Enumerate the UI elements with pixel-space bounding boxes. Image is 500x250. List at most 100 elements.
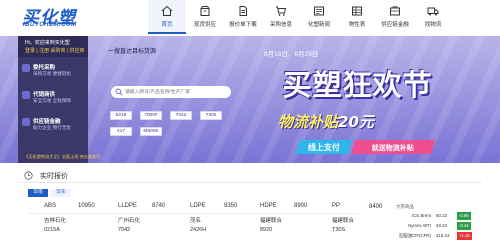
table-icon	[352, 6, 362, 16]
finance-icon	[390, 6, 400, 16]
document-icon	[239, 6, 247, 16]
finance-icon	[22, 118, 30, 126]
logistics-subsidy-label: 就送物流补贴	[371, 145, 414, 152]
login-register-links[interactable]: 登录 | 注册 采购商 | 供应商	[25, 47, 85, 54]
purchase-icon	[22, 64, 30, 72]
commodity-price: 48.23	[436, 223, 447, 228]
online-payment-label: 线上支付	[307, 143, 340, 152]
promo-amount: 20元	[338, 113, 374, 131]
nav-item-spot-supply[interactable]: 现货供应	[186, 0, 224, 34]
side-menu-item-subtitle: 安全交易 全程保障	[33, 98, 72, 103]
side-menu-promo-link[interactable]: 《买化塑物流大全》全面上线 快去看看吧	[24, 154, 101, 160]
commodity-name: 石脑油CIF(CFR)	[398, 233, 431, 238]
search-panel: 一搜直达目标货源 5218 7000F 7042 T30s 417 M800E	[108, 46, 238, 148]
commodity-change: -0.44	[457, 222, 471, 230]
commodity-change: -0.66	[457, 212, 471, 220]
product-grade: 0215A	[44, 227, 60, 233]
cart-icon	[276, 6, 287, 16]
product-name[interactable]: LLDPE	[118, 203, 137, 209]
product-grade: 8920	[260, 227, 273, 233]
producer-name[interactable]: 广州石化	[118, 217, 140, 225]
nav-item-quote-download[interactable]: 报价单下载	[224, 0, 262, 34]
online-payment-button[interactable]: 线上支付	[296, 140, 352, 154]
commodity-price: 415.23	[436, 233, 450, 238]
logo-domain: IBUYCHEM.COM	[23, 22, 77, 28]
side-menu-item-subtitle: 采购交易 便捷轻松	[33, 71, 72, 76]
promo-date: 8月18日、8月25日	[264, 51, 319, 58]
top-header: 买化塑 IBUYCHEM.COM 首页 现货供应 报价单下载 采购信息 化塑新闻…	[0, 0, 500, 34]
side-menu-item-subtitle: 助力企业 畅行无忧	[33, 125, 72, 130]
search-icon[interactable]	[115, 88, 123, 96]
search-title: 一搜直达目标货源	[108, 49, 157, 55]
side-menu-item-consignment[interactable]: 代销商供 安全交易 全程保障	[18, 86, 88, 109]
search-input[interactable]	[125, 88, 225, 96]
product-price: 9350	[224, 203, 238, 209]
commodity-change: +1.15	[457, 232, 472, 240]
producer-name[interactable]: 福建联合	[332, 217, 354, 225]
nav-item-home[interactable]: 首页	[148, 0, 186, 34]
main-nav: 首页 现货供应 报价单下载 采购信息 化塑新闻 物性表 供应链金融 找物流	[148, 0, 452, 34]
clock-icon	[24, 171, 33, 180]
ticker-row[interactable]: Nymex WTI 48.23 -0.44	[366, 222, 486, 231]
nav-item-label: 报价单下载	[229, 22, 257, 28]
side-menu-item-title: 代销商供	[33, 92, 56, 98]
product-name[interactable]: PP	[332, 203, 340, 209]
promo-title: 买塑狂欢节	[282, 68, 433, 102]
nav-item-label: 采购信息	[269, 22, 292, 28]
producer-name[interactable]: 福建联合	[260, 217, 282, 225]
promo-ad[interactable]: 8月18日、8月25日 买塑狂欢节 物流补贴20元 线上支付 就送物流补贴	[250, 36, 465, 163]
product-price: 8900	[294, 203, 308, 209]
hot-tag[interactable]: 417	[110, 127, 132, 136]
nav-item-label: 首页	[161, 22, 173, 28]
side-menu: Hi，欢迎来到买化塑 登录 | 注册 采购商 | 供应商 委托采购 采购交易 便…	[18, 36, 101, 163]
greeting-text: Hi，欢迎来到买化塑	[25, 40, 70, 46]
side-menu-item-finance[interactable]: 供应链金融 助力企业 畅行无忧	[18, 113, 88, 136]
news-icon	[314, 6, 324, 16]
login-panel: Hi，欢迎来到买化塑 登录 | 注册 采购商 | 供应商	[18, 36, 88, 57]
hot-tag[interactable]: 7000F	[140, 111, 162, 120]
home-icon	[161, 5, 173, 16]
producer-name[interactable]: 吉林石化	[44, 217, 66, 225]
product-name[interactable]: LDPE	[190, 203, 206, 209]
hot-tag[interactable]: M800E	[140, 127, 162, 136]
price-row: 吉林石化 0215A 广州石化 7042 茂名 2426H 福建联合 8920 …	[28, 217, 358, 247]
consignment-icon	[22, 91, 30, 99]
tab-east-china[interactable]: 华东	[51, 189, 71, 197]
logistics-subsidy-button[interactable]: 就送物流补贴	[351, 140, 435, 154]
hot-tag[interactable]: 7042	[170, 111, 192, 120]
nav-item-label: 现货供应	[193, 22, 216, 28]
product-grade: 7042	[118, 227, 131, 233]
side-menu-item-commission-purchase[interactable]: 委托采购 采购交易 便捷轻松	[18, 59, 88, 82]
ticker-row[interactable]: ICE Brent 50.22 -0.66	[366, 212, 486, 221]
section-title: 实时报价	[40, 173, 68, 180]
promo-subtitle-text: 物流补贴	[278, 113, 339, 131]
product-grade: 2426H	[190, 227, 207, 233]
section-header: 实时报价	[18, 169, 482, 183]
nav-item-logistics[interactable]: 找物流	[414, 0, 452, 34]
nav-item-supply-chain-finance[interactable]: 供应链金融	[376, 0, 414, 34]
commodity-name: ICE Brent	[411, 213, 431, 218]
side-menu-item-title: 供应链金融	[33, 119, 61, 125]
tab-south-china[interactable]: 华南	[28, 189, 48, 197]
hot-tag[interactable]: 5218	[110, 111, 132, 120]
nav-item-news[interactable]: 化塑新闻	[300, 0, 338, 34]
price-row: ABS 10950 LLDPE 8740 LDPE 9350 HDPE 8900…	[28, 200, 358, 214]
promo-subtitle: 物流补贴20元	[278, 111, 374, 132]
producer-name[interactable]: 茂名	[190, 217, 201, 225]
commodity-ticker: 大宗商品 ICE Brent 50.22 -0.66 Nymex WTI 48.…	[366, 204, 486, 250]
search-box[interactable]	[111, 86, 231, 98]
site-logo[interactable]: 买化塑 IBUYCHEM.COM	[18, 3, 108, 31]
product-grade: T30S	[332, 227, 346, 233]
product-name[interactable]: HDPE	[260, 203, 277, 209]
hot-tag[interactable]: T30s	[200, 111, 222, 120]
product-price: 8740	[152, 203, 166, 209]
nav-item-purchase-info[interactable]: 采购信息	[262, 0, 300, 34]
nav-item-property-table[interactable]: 物性表	[338, 0, 376, 34]
nav-item-label: 找物流	[424, 22, 442, 28]
box-icon	[200, 6, 210, 16]
product-name[interactable]: ABS	[44, 203, 56, 209]
side-menu-item-title: 委托采购	[33, 65, 56, 71]
commodity-price: 50.22	[436, 213, 447, 218]
realtime-quote-section: 实时报价 华南 华东 ABS 10950 LLDPE 8740 LDPE 935…	[0, 163, 500, 250]
ticker-row[interactable]: 石脑油CIF(CFR) 415.23 +1.15	[366, 232, 486, 241]
